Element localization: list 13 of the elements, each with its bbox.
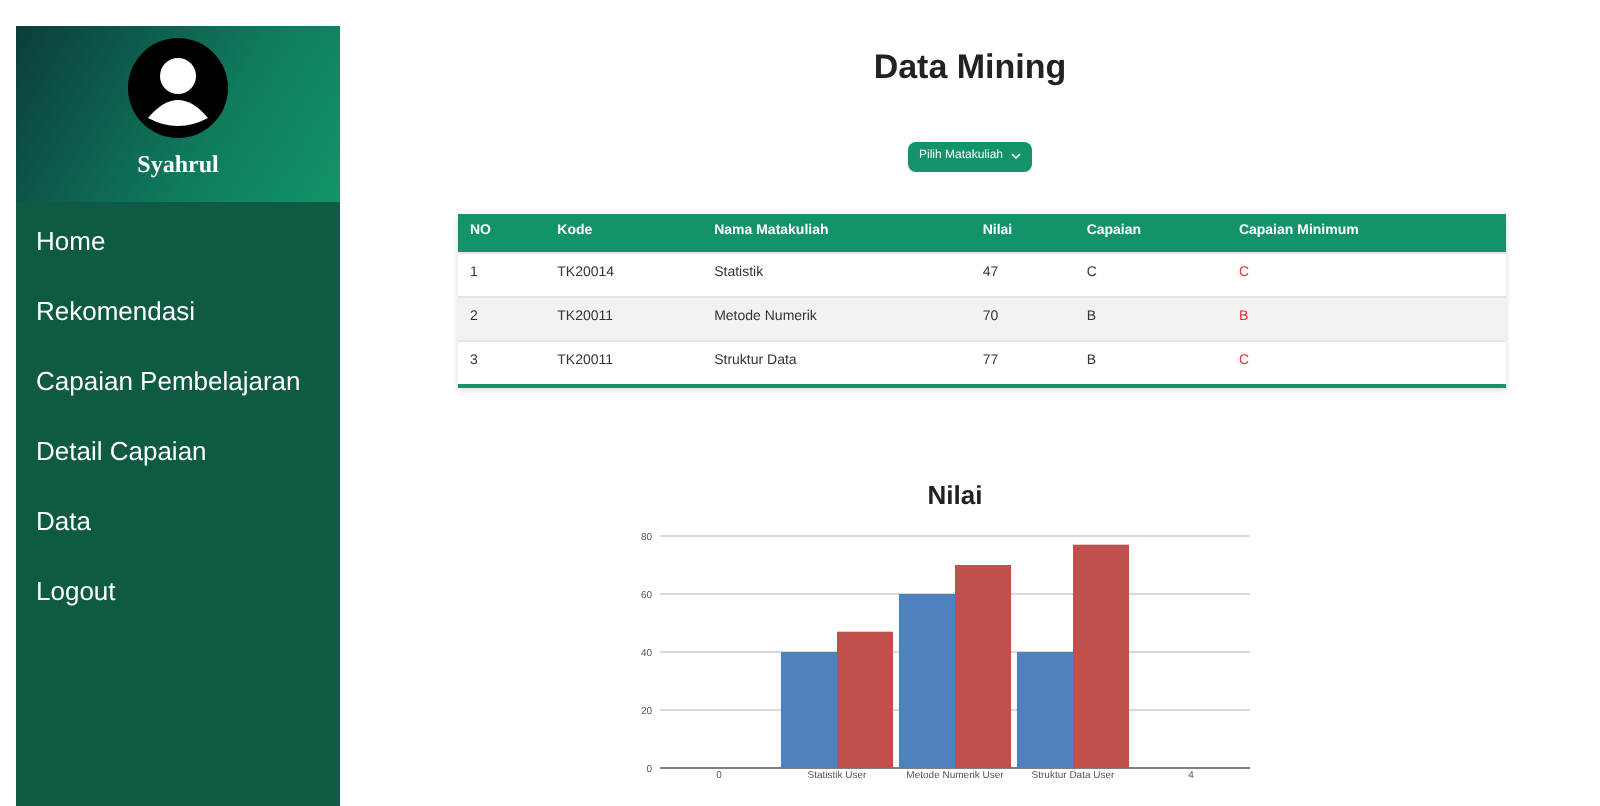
sidebar-item[interactable]: Capaian Pembelajaran — [36, 362, 340, 402]
chevron-down-icon — [1009, 152, 1022, 160]
sidebar-item[interactable]: Logout — [36, 572, 340, 612]
avatar-icon — [128, 38, 228, 138]
sidebar-item[interactable]: Rekomendasi — [36, 292, 340, 332]
page-title: Data Mining — [873, 46, 1067, 90]
user-name: Syahrul — [137, 148, 219, 182]
sidebar-item[interactable]: Home — [36, 222, 340, 262]
chart-title: Nilai — [927, 479, 983, 509]
sidebar-item[interactable]: Detail Capaian — [36, 432, 340, 472]
bar — [837, 630, 894, 767]
bar — [780, 651, 837, 767]
sidebar-item[interactable]: Data — [36, 502, 340, 542]
